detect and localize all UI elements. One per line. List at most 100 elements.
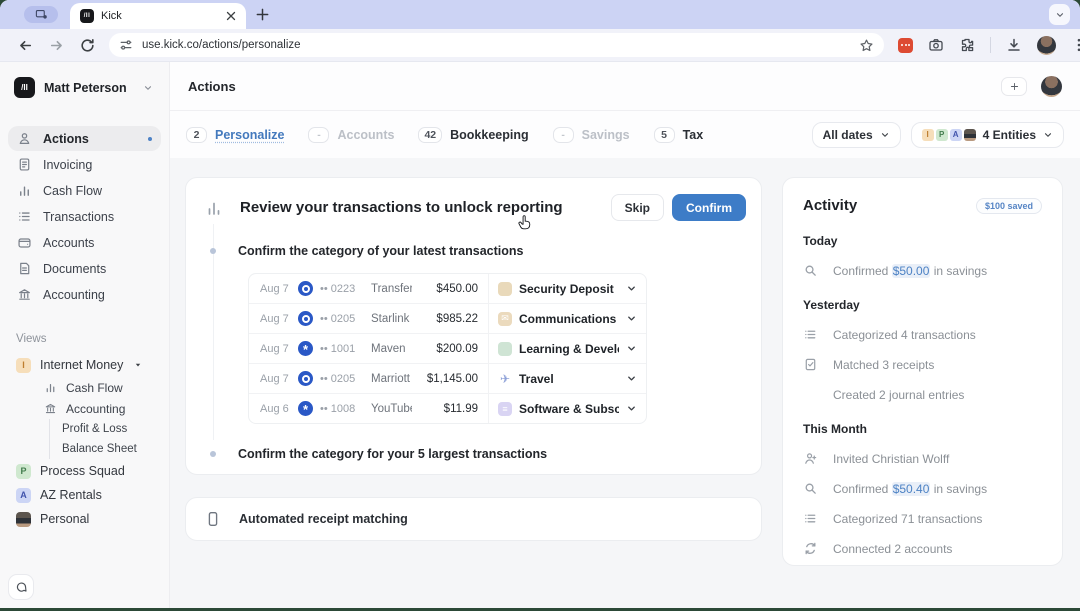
activity-panel: Activity $100 saved Today Confirmed $50.… xyxy=(782,177,1063,566)
bank-logo-icon xyxy=(298,311,313,326)
automated-receipt-matching-card[interactable]: Automated receipt matching xyxy=(185,497,762,541)
content: Review your transactions to unlock repor… xyxy=(170,158,1080,608)
cashflow-icon xyxy=(17,183,32,198)
tab-personalize[interactable]: 2 Personalize xyxy=(186,126,284,143)
category-select[interactable]: Security Deposit xyxy=(488,274,646,303)
transaction-row: Aug 7 •• 0205 Starlink $985.22 ✉ Communi… xyxy=(249,304,646,334)
view-accounting[interactable]: Accounting xyxy=(0,398,169,419)
avatar xyxy=(16,511,31,527)
tab-search-button[interactable] xyxy=(24,6,58,23)
bank-logo-icon xyxy=(298,371,313,386)
sidebar: /II Matt Peterson Actions Invoicing Cash… xyxy=(0,62,170,608)
kick-app: /II Matt Peterson Actions Invoicing Cash… xyxy=(0,62,1080,608)
skip-button[interactable]: Skip xyxy=(610,194,664,221)
activity-section-header: This Month xyxy=(803,422,867,436)
activity-item: Confirmed $50.00 in savings xyxy=(803,263,1042,278)
connect-icon xyxy=(803,541,818,556)
sidebar-item-accounting[interactable]: Accounting xyxy=(8,282,161,307)
downloads-icon[interactable] xyxy=(1006,37,1022,53)
mouse-cursor xyxy=(516,214,533,233)
view-process-squad[interactable]: P Process Squad xyxy=(0,459,169,483)
category-select[interactable]: ≡ Software & Subscriptions xyxy=(488,394,646,423)
site-settings-icon[interactable] xyxy=(119,38,133,52)
url-text: use.kick.co/actions/personalize xyxy=(142,39,301,51)
category-icon xyxy=(498,281,512,296)
entity-badge: A xyxy=(16,487,31,503)
cashflow-icon xyxy=(44,381,57,394)
browser-profile-avatar[interactable] xyxy=(1037,35,1056,55)
chevron-down-icon xyxy=(143,83,153,93)
tab-count-badge: 2 xyxy=(186,126,207,143)
sidebar-item-documents[interactable]: Documents xyxy=(8,256,161,281)
help-chat-button[interactable] xyxy=(8,574,34,600)
view-balance-sheet[interactable]: Balance Sheet xyxy=(49,439,169,459)
tab-strip-chevron-button[interactable] xyxy=(1049,4,1070,25)
confirm-button[interactable]: Confirm xyxy=(672,194,746,221)
workspace-switcher[interactable]: /II Matt Peterson xyxy=(0,62,169,98)
activity-item: Confirmed $50.40 in savings xyxy=(803,481,1042,496)
receipt-icon xyxy=(803,357,818,372)
actions-tab-bar: 2 Personalize - Accounts 42 Bookkeeping … xyxy=(170,111,1080,159)
main-area: Actions 2 Personalize - Accounts 42 Book… xyxy=(170,62,1080,608)
activity-section-header: Today xyxy=(803,234,838,248)
add-button[interactable] xyxy=(1001,76,1027,96)
view-cash-flow[interactable]: Cash Flow xyxy=(0,377,169,398)
chevron-down-icon xyxy=(1043,130,1053,140)
new-tab-button[interactable] xyxy=(255,7,270,22)
category-select[interactable]: ✉ Communications xyxy=(488,304,646,333)
view-internet-money[interactable]: I Internet Money xyxy=(0,353,169,377)
chevron-down-icon xyxy=(626,283,637,294)
tab-tax[interactable]: 5 Tax xyxy=(653,126,703,143)
entities-filter-dropdown[interactable]: IPA 4 Entities xyxy=(910,121,1064,148)
tab-close-icon[interactable] xyxy=(224,9,238,23)
sidebar-item-transactions[interactable]: Transactions xyxy=(8,204,161,229)
extensions-puzzle-icon[interactable] xyxy=(959,37,975,53)
chevron-down-icon xyxy=(626,403,637,414)
date-filter-dropdown[interactable]: All dates xyxy=(811,121,901,148)
chevron-down-icon xyxy=(1055,10,1065,20)
view-personal[interactable]: Personal xyxy=(0,507,169,531)
browser-tab[interactable]: /II Kick xyxy=(70,3,246,29)
back-button[interactable] xyxy=(17,37,34,54)
user-avatar[interactable] xyxy=(1041,75,1062,97)
entity-badge-i: I xyxy=(921,128,934,141)
receipt-outline-icon xyxy=(204,510,222,528)
tab-count-badge: 42 xyxy=(418,126,443,143)
tab-savings[interactable]: - Savings xyxy=(552,126,630,143)
magnifier-icon xyxy=(803,481,818,496)
address-bar[interactable]: use.kick.co/actions/personalize xyxy=(109,33,884,57)
invoicing-icon xyxy=(17,157,32,172)
category-icon xyxy=(498,341,512,356)
category-select[interactable]: Learning & Development xyxy=(488,334,646,363)
view-profit-loss[interactable]: Profit & Loss xyxy=(49,419,169,439)
sidebar-item-actions[interactable]: Actions xyxy=(8,126,161,151)
transactions-icon xyxy=(17,209,32,224)
activity-item: Created 2 journal entries xyxy=(803,387,1042,402)
chevron-down-icon xyxy=(626,313,637,324)
accounting-icon xyxy=(44,402,57,415)
view-az-rentals[interactable]: A AZ Rentals xyxy=(0,483,169,507)
accounts-icon xyxy=(17,235,32,250)
browser-toolbar: use.kick.co/actions/personalize xyxy=(0,29,1080,62)
avatar xyxy=(803,387,818,402)
transactions-table: Aug 7 •• 0223 Transfer $450.00 Security … xyxy=(248,273,647,424)
forward-button[interactable] xyxy=(48,37,65,54)
bookmark-star-icon[interactable] xyxy=(859,38,874,53)
kick-logo: /II xyxy=(14,77,35,98)
sidebar-item-cash-flow[interactable]: Cash Flow xyxy=(8,178,161,203)
entity-badges: IPA xyxy=(921,128,976,141)
tab-title: Kick xyxy=(101,10,122,22)
browser-menu-icon[interactable] xyxy=(1071,37,1080,53)
camera-icon[interactable] xyxy=(928,37,944,53)
tab-accounts[interactable]: - Accounts xyxy=(308,126,394,143)
activity-item: Connected 2 accounts xyxy=(803,541,1042,556)
activity-sections: Today Confirmed $50.00 in savings Yester… xyxy=(803,234,1042,556)
list-icon xyxy=(803,327,818,342)
category-select[interactable]: ✈ Travel xyxy=(488,364,646,393)
chevron-down-icon xyxy=(626,343,637,354)
sidebar-item-accounts[interactable]: Accounts xyxy=(8,230,161,255)
tab-bookkeeping[interactable]: 42 Bookkeeping xyxy=(418,126,529,143)
reload-button[interactable] xyxy=(79,37,96,54)
extension-icon[interactable] xyxy=(898,37,913,53)
sidebar-item-invoicing[interactable]: Invoicing xyxy=(8,152,161,177)
